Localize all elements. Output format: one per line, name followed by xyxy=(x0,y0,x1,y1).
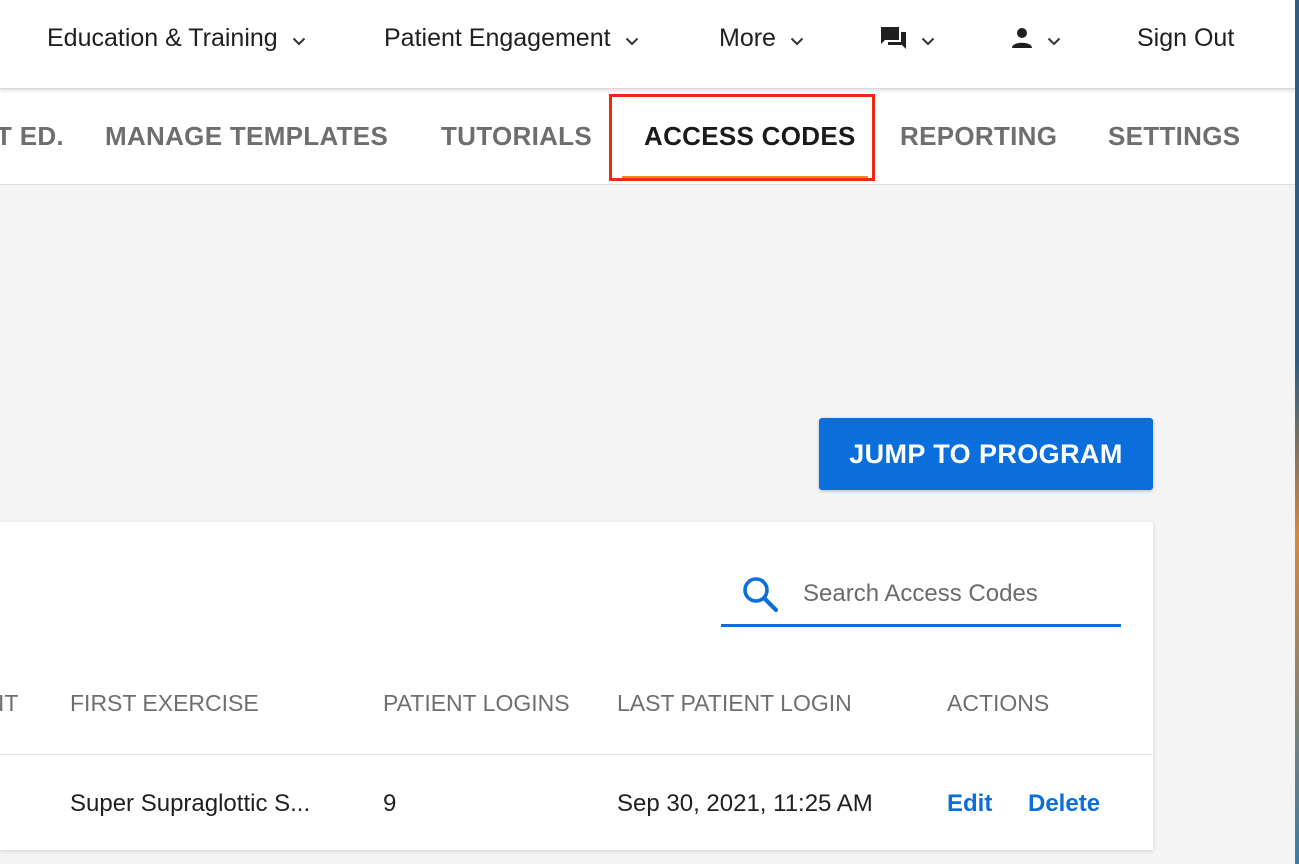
nav-education-training-label: Education & Training xyxy=(47,23,278,52)
delete-link[interactable]: Delete xyxy=(1028,790,1100,818)
chat-icon xyxy=(880,26,907,50)
search-field[interactable] xyxy=(721,564,1121,627)
search-input[interactable] xyxy=(801,579,1121,609)
window-edge-strip xyxy=(1295,0,1299,864)
nav-messages[interactable] xyxy=(880,0,935,76)
chevron-down-icon xyxy=(292,24,306,53)
tab-reporting[interactable]: REPORTING xyxy=(900,89,1057,184)
nav-more[interactable]: More xyxy=(719,0,804,76)
nav-patient-engagement[interactable]: Patient Engagement xyxy=(384,0,639,76)
nav-more-label: More xyxy=(719,23,776,52)
sign-out-link[interactable]: Sign Out xyxy=(1137,0,1234,76)
jump-to-program-button[interactable]: JUMP TO PROGRAM xyxy=(819,418,1153,490)
column-header-truncated: IT xyxy=(0,690,19,716)
nav-user-menu[interactable] xyxy=(1011,0,1061,76)
highlight-box xyxy=(609,94,875,181)
chevron-down-icon xyxy=(790,24,804,53)
tab-settings[interactable]: SETTINGS xyxy=(1108,89,1240,184)
tab-tutorials[interactable]: TUTORIALS xyxy=(441,89,592,184)
top-navigation: Education & Training Patient Engagement … xyxy=(0,0,1296,89)
column-header-patient-logins: PATIENT LOGINS xyxy=(383,690,570,716)
chevron-down-icon xyxy=(1047,24,1061,53)
column-header-actions: ACTIONS xyxy=(947,690,1050,716)
chevron-down-icon xyxy=(921,24,935,53)
search-icon xyxy=(741,575,779,613)
tab-manage-templates[interactable]: MANAGE TEMPLATES xyxy=(105,89,388,184)
user-icon xyxy=(1011,27,1033,49)
table-divider xyxy=(0,754,1153,755)
cell-first-exercise: Super Supraglottic S... xyxy=(70,790,311,817)
nav-education-training[interactable]: Education & Training xyxy=(47,0,306,76)
cell-patient-logins: 9 xyxy=(383,790,397,817)
nav-patient-engagement-label: Patient Engagement xyxy=(384,23,611,52)
access-codes-card: IT FIRST EXERCISE PATIENT LOGINS LAST PA… xyxy=(0,522,1153,850)
column-header-first-exercise: FIRST EXERCISE xyxy=(70,690,259,716)
edit-link[interactable]: Edit xyxy=(947,790,992,818)
chevron-down-icon xyxy=(625,24,639,53)
tab-patient-ed[interactable]: T ED. xyxy=(0,89,64,184)
cell-last-patient-login: Sep 30, 2021, 11:25 AM xyxy=(617,790,873,817)
sign-out-label: Sign Out xyxy=(1137,23,1235,52)
column-header-last-patient-login: LAST PATIENT LOGIN xyxy=(617,690,852,716)
